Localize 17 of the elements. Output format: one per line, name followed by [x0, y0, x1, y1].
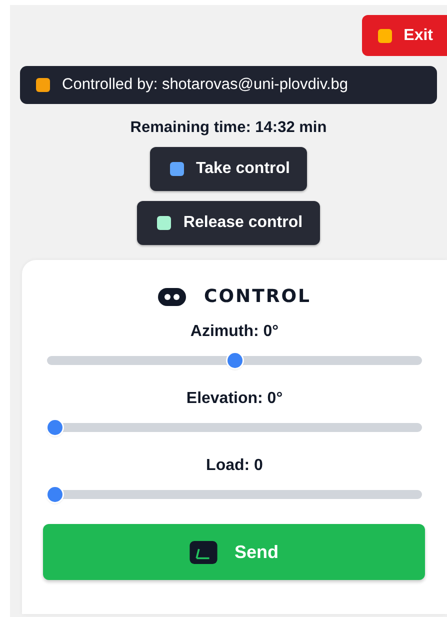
status-text: Controlled by: shotarovas@uni-plovdiv.bg — [62, 76, 348, 94]
card-title: CONTROL — [204, 286, 311, 307]
exit-button[interactable]: Exit — [362, 15, 447, 56]
slider-thumb[interactable] — [47, 420, 62, 435]
slider-label: Elevation: 0° — [185, 390, 284, 408]
slider-track[interactable] — [47, 353, 422, 368]
slider-label: Load: 0 — [205, 457, 264, 475]
action-button[interactable]: Take control — [150, 147, 307, 191]
slider-track[interactable] — [47, 420, 422, 435]
slider-track[interactable] — [47, 487, 422, 502]
slider-thumb[interactable] — [227, 353, 242, 368]
action-button[interactable]: Release control — [137, 201, 320, 245]
remaining-time: Remaining time: 14:32 min — [129, 119, 328, 137]
gamepad-icon — [158, 286, 186, 306]
slider-thumb[interactable] — [47, 487, 62, 502]
chart-icon — [189, 540, 218, 564]
slider-label: Azimuth: 0° — [189, 323, 280, 341]
